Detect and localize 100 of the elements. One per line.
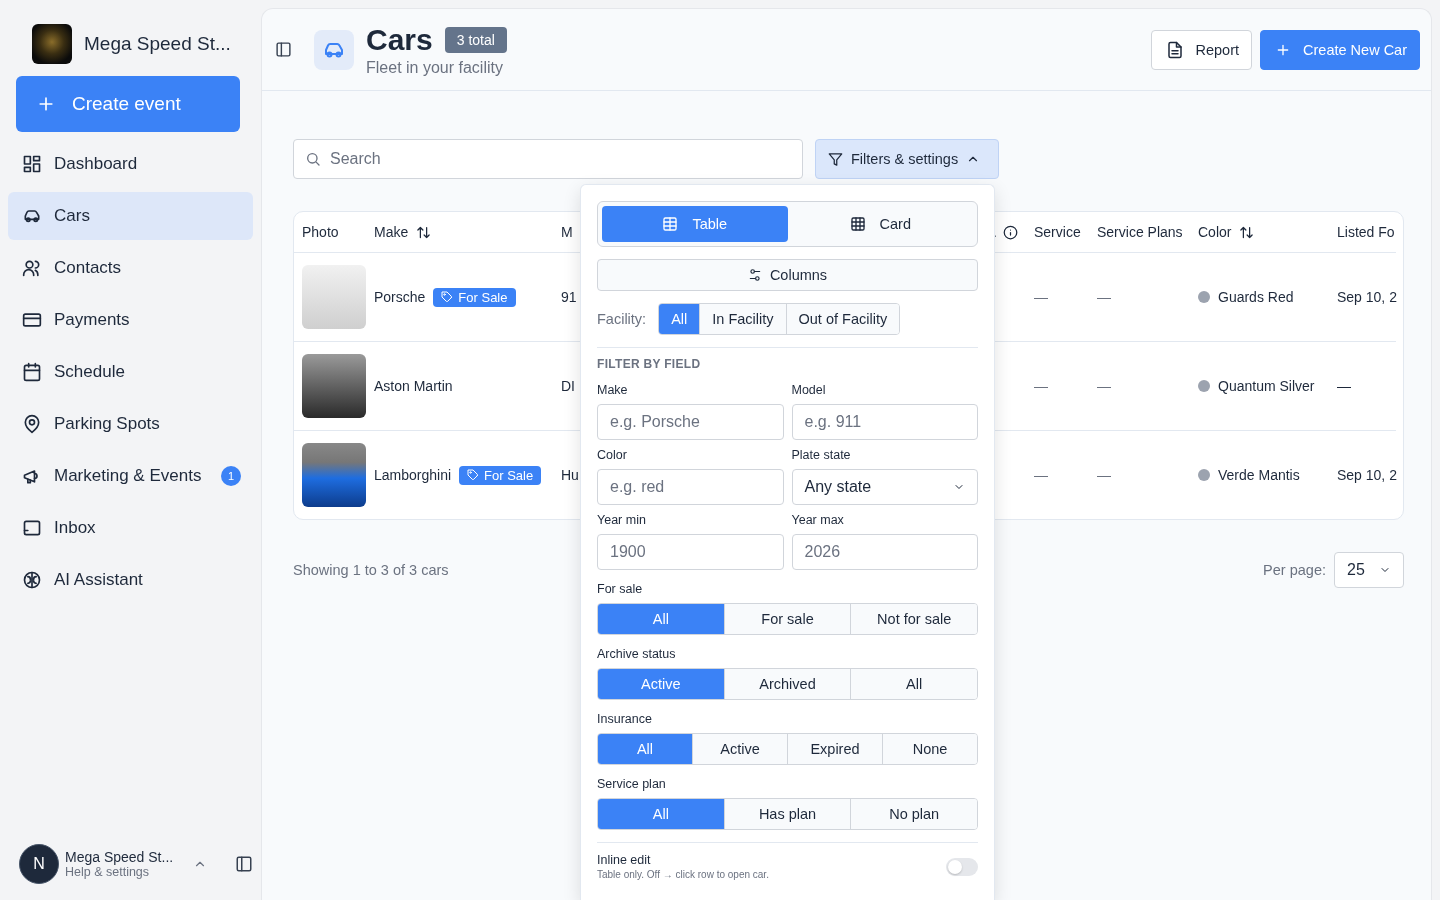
create-car-button[interactable]: Create New Car [1260, 29, 1420, 70]
photo-placeholder [302, 354, 366, 418]
field-label: Make [597, 383, 629, 397]
segment-option[interactable]: For sale [723, 604, 851, 634]
nav-item[interactable]: Schedule [8, 348, 253, 396]
people-icon [22, 258, 42, 278]
field-label: Year min [597, 513, 647, 527]
column-header[interactable]: Service Plans [1097, 224, 1183, 240]
inbox-icon [22, 518, 42, 538]
group-label: Insurance [597, 712, 653, 726]
segment-option[interactable]: No plan [850, 799, 977, 829]
nav-item[interactable]: Contacts [8, 244, 253, 292]
segment-option[interactable]: Archived [723, 669, 851, 699]
toggle-switch[interactable] [946, 857, 978, 876]
columns-button[interactable]: Columns [597, 259, 978, 291]
table-cell: DI [561, 378, 575, 394]
sort-icon[interactable] [416, 224, 432, 240]
segment-option[interactable]: All [598, 604, 724, 634]
search-field[interactable]: Search [293, 139, 803, 179]
column-header[interactable]: M [561, 224, 573, 240]
report-button[interactable]: Report [1150, 29, 1253, 70]
tag-icon [441, 291, 454, 303]
sort-icon[interactable] [1239, 224, 1255, 240]
sidebar-toggle-icon[interactable] [235, 855, 253, 873]
segment-option[interactable]: Active [692, 734, 787, 764]
select-field[interactable]: Any state [791, 469, 978, 505]
create-event-button[interactable]: Create event [16, 76, 240, 132]
input-field[interactable]: e.g. red [597, 469, 784, 505]
for-sale-tag: For Sale [459, 465, 542, 485]
for-sale-tag: For Sale [433, 287, 516, 307]
color-dot [1198, 291, 1210, 303]
table-cell: Hu [561, 467, 579, 483]
document-icon [1165, 40, 1184, 59]
nav-item[interactable]: Cars [8, 192, 253, 240]
group-label: For sale [597, 582, 644, 596]
info-icon[interactable] [1002, 224, 1018, 240]
map-pin-icon [22, 414, 42, 434]
input-field[interactable]: 2026 [791, 534, 978, 570]
input-field[interactable]: e.g. Porsche [597, 404, 784, 440]
funnel-icon [828, 151, 843, 167]
segment-option[interactable]: All [659, 304, 700, 334]
segment-option[interactable]: Has plan [723, 799, 851, 829]
grid-icon [22, 154, 42, 174]
nav-item[interactable]: Parking Spots [8, 400, 253, 448]
calendar-icon [22, 362, 42, 382]
group-label: Archive status [597, 647, 677, 661]
table-cell: — [1097, 467, 1111, 483]
user-name: Mega Speed St... [65, 849, 175, 865]
page-title: Cars [366, 22, 433, 57]
table-cell: 91 [561, 289, 577, 305]
column-header[interactable]: Service [1034, 224, 1081, 240]
photo-placeholder [302, 443, 366, 507]
count-badge: 3 total [444, 26, 507, 53]
input-field[interactable]: e.g. 911 [791, 404, 978, 440]
segment-option[interactable]: None [882, 734, 977, 764]
table-cell: Sep 10, 2 [1337, 289, 1397, 305]
table-cell: — [1034, 467, 1048, 483]
field-label: Color [597, 448, 628, 462]
field-label: Model [791, 383, 827, 397]
segment-option[interactable]: All [598, 799, 724, 829]
table-cell: — [1097, 289, 1111, 305]
color-dot [1198, 380, 1210, 392]
view-tab[interactable]: Card [787, 206, 973, 242]
sidebar-toggle-icon[interactable] [275, 41, 292, 58]
per-page-label: Per page: [1263, 562, 1326, 578]
table-cell: — [1337, 378, 1351, 394]
filters-button[interactable]: Filters & settings [815, 139, 999, 179]
results-summary: Showing 1 to 3 of 3 cars [293, 562, 449, 578]
credit-card-icon [22, 310, 42, 330]
segment-option[interactable]: Not for sale [850, 604, 977, 634]
nav-item[interactable]: AI Assistant [8, 556, 253, 604]
view-tab[interactable]: Table [602, 206, 788, 242]
field-label: Plate state [791, 448, 852, 462]
table-cell: Sep 10, 2 [1337, 467, 1397, 483]
color-dot [1198, 469, 1210, 481]
toggle-hint: Table only. Off → click row to open car. [597, 869, 769, 880]
nav-item[interactable]: Marketing & Events 1 [8, 452, 253, 500]
nav-item[interactable]: Dashboard [8, 140, 253, 188]
column-header[interactable]: Make [374, 224, 409, 240]
nav-item[interactable]: Payments [8, 296, 253, 344]
toggle-label: Inline edit [597, 853, 652, 867]
segment-option[interactable]: Active [598, 669, 724, 699]
nav-item[interactable]: Inbox [8, 504, 253, 552]
sliders-icon [747, 268, 762, 282]
group-label: Service plan [597, 777, 667, 791]
column-header[interactable]: Color [1198, 224, 1232, 240]
user-avatar[interactable]: N [19, 844, 59, 884]
segment-option[interactable]: Expired [787, 734, 882, 764]
column-header[interactable]: Listed Fo [1337, 224, 1395, 240]
input-field[interactable]: 1900 [597, 534, 784, 570]
brand-name: Mega Speed St... [84, 33, 231, 55]
table-cell: Lamborghini [374, 467, 452, 483]
segment-option[interactable]: Out of Facility [785, 304, 900, 334]
segment-option[interactable]: In Facility [699, 304, 786, 334]
table-cell: Quantum Silver [1218, 378, 1315, 394]
per-page-select[interactable]: 25 [1334, 552, 1404, 588]
column-header[interactable]: Photo [302, 224, 339, 240]
grid-icon [849, 216, 866, 232]
segment-option[interactable]: All [850, 669, 977, 699]
segment-option[interactable]: All [598, 734, 692, 764]
